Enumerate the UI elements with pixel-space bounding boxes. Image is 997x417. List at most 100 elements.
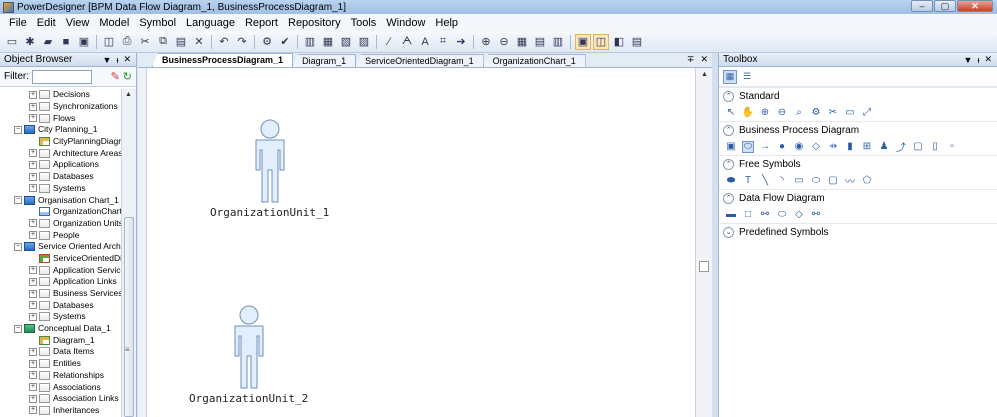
flow-icon[interactable]: → <box>759 141 771 153</box>
grabber-icon[interactable]: ✋ <box>742 107 754 119</box>
polyline-icon[interactable]: 〰 <box>844 175 856 188</box>
tree-item[interactable]: − Conceptual Data_1 <box>0 323 121 335</box>
undo-icon[interactable]: ↶ <box>216 34 232 50</box>
pen-icon[interactable]: ⁄ <box>381 34 397 50</box>
minimize-button[interactable]: – <box>911 0 933 12</box>
tree-item[interactable]: Diagram_1 <box>0 334 121 346</box>
expand-icon[interactable]: + <box>29 406 37 415</box>
maximize-button[interactable]: ▢ <box>934 0 956 12</box>
tab-close-icon[interactable]: ✕ <box>700 54 708 65</box>
tree-item[interactable]: + Business Services <box>0 288 121 300</box>
link-icon[interactable]: ⌗ <box>435 34 451 50</box>
zoom-in-icon[interactable]: ⊕ <box>759 107 771 119</box>
tree-item[interactable]: + People <box>0 229 121 241</box>
expand-icon[interactable]: + <box>29 301 37 310</box>
tree-item[interactable]: + Databases <box>0 299 121 311</box>
arrow-icon[interactable]: ➔ <box>453 34 469 50</box>
scroll-up-icon[interactable]: ▲ <box>125 91 132 98</box>
tree-item[interactable]: − Service Oriented Archit <box>0 241 121 253</box>
clear-filter-icon[interactable]: ✎ <box>111 70 120 83</box>
expand-icon[interactable]: + <box>29 114 37 123</box>
tree-item[interactable]: + Databases <box>0 171 121 183</box>
organization-unit-2[interactable]: OrganizationUnit_2 <box>189 304 308 405</box>
diagram-canvas[interactable]: OrganizationUnit_1 OrganizationUnit_2 <box>146 68 695 417</box>
tree-item[interactable]: − Organisation Chart_1 <box>0 194 121 206</box>
expand-icon[interactable]: + <box>29 231 37 240</box>
folder-icon[interactable]: ▰ <box>40 34 56 50</box>
sync-icon[interactable]: ◇ <box>810 141 822 153</box>
menu-window[interactable]: Window <box>381 17 430 29</box>
package-icon[interactable]: ▭ <box>844 107 856 119</box>
arc-icon[interactable]: ◝ <box>776 175 788 187</box>
tree-item[interactable]: ServiceOrientedDi <box>0 253 121 265</box>
role-icon[interactable]: ⊞ <box>861 141 873 153</box>
menu-view[interactable]: View <box>61 17 95 29</box>
result-list-icon[interactable]: ▧ <box>338 34 354 50</box>
toolbox-group-data-flow-diagram[interactable]: ⌃ Data Flow Diagram <box>719 189 997 206</box>
panel-menu-icon[interactable]: ▼ <box>103 55 112 65</box>
toolbox-group-free-symbols[interactable]: ⌃ Free Symbols <box>719 155 997 172</box>
tree-item[interactable]: + Data Items <box>0 346 121 358</box>
polygon-icon[interactable]: ⬠ <box>861 175 873 187</box>
menu-model[interactable]: Model <box>94 17 134 29</box>
ellipse-icon[interactable]: ⬭ <box>810 175 822 187</box>
collapse-icon[interactable]: − <box>14 196 22 205</box>
list-view-icon[interactable]: ☰ <box>740 70 754 84</box>
expand-icon[interactable]: + <box>29 383 37 392</box>
zoom-out-icon[interactable]: ⊖ <box>776 107 788 119</box>
collapse-icon[interactable]: − <box>14 125 22 134</box>
tree-item[interactable]: + Application Links <box>0 276 121 288</box>
redo-icon[interactable]: ↷ <box>234 34 250 50</box>
close-button[interactable]: ✕ <box>957 0 993 12</box>
expand-icon[interactable]: + <box>29 312 37 321</box>
tree-item[interactable]: + Applications <box>0 159 121 171</box>
tree-item[interactable]: + Associations <box>0 381 121 393</box>
report-icon[interactable]: ◧ <box>611 34 627 50</box>
tree-item[interactable]: + Synchronizations <box>0 101 121 113</box>
file-icon[interactable]: ▫ <box>946 141 958 153</box>
expand-icon[interactable]: + <box>29 184 37 193</box>
properties-icon[interactable]: ⚙ <box>810 107 822 119</box>
check-model-icon[interactable]: ✔ <box>277 34 293 50</box>
tree-item[interactable]: + Entities <box>0 358 121 370</box>
expand-icon[interactable]: + <box>29 149 37 158</box>
new-icon[interactable]: ▭ <box>4 34 20 50</box>
tab-organizationchart-1[interactable]: OrganizationChart_1 <box>482 54 586 67</box>
save-all-icon[interactable]: ▣ <box>76 34 92 50</box>
tree-item[interactable]: OrganizationChart_ <box>0 206 121 218</box>
data-icon[interactable]: ▢ <box>912 141 924 153</box>
menu-language[interactable]: Language <box>181 17 240 29</box>
panel-menu-icon[interactable]: ▼ <box>964 55 973 65</box>
dfd-join-icon[interactable]: ⚯ <box>810 209 822 221</box>
external-entity-icon[interactable]: □ <box>742 209 754 221</box>
organization-unit-1[interactable]: OrganizationUnit_1 <box>210 118 329 219</box>
large-icons-view-icon[interactable]: ▦ <box>723 69 737 84</box>
tree-item[interactable]: − City Planning_1 <box>0 124 121 136</box>
link-icon[interactable]: ⤢ <box>861 107 873 119</box>
align-icon[interactable]: ▥ <box>550 34 566 50</box>
text-icon[interactable]: T <box>742 175 754 187</box>
tab-businessprocessdiagram-1[interactable]: BusinessProcessDiagram_1 <box>152 53 294 67</box>
menu-report[interactable]: Report <box>240 17 283 29</box>
menu-file[interactable]: File <box>4 17 32 29</box>
swimlane-icon[interactable]: ♟ <box>878 141 890 153</box>
tree-item[interactable]: + Organization Units <box>0 218 121 230</box>
object-browser-scrollbar[interactable]: ▲ ≡ <box>121 89 136 417</box>
menu-repository[interactable]: Repository <box>283 17 346 29</box>
cut-icon[interactable]: ✂ <box>137 34 153 50</box>
decision-icon[interactable]: ◉ <box>793 141 805 153</box>
chevron-up-icon[interactable]: ⌃ <box>723 158 734 170</box>
toolbox-group-predefined-symbols[interactable]: ⌄ Predefined Symbols <box>719 223 997 240</box>
expand-icon[interactable]: + <box>29 277 37 286</box>
scroll-up-icon[interactable]: ▲ <box>701 71 708 78</box>
panel-close-icon[interactable]: ✕ <box>984 54 992 65</box>
expand-icon[interactable]: + <box>29 172 37 181</box>
grid-icon[interactable]: ▦ <box>514 34 530 50</box>
delete-icon[interactable]: ✂ <box>827 107 839 119</box>
menu-tools[interactable]: Tools <box>346 17 382 29</box>
delete-icon[interactable]: ✕ <box>191 34 207 50</box>
tree-item[interactable]: + Systems <box>0 183 121 195</box>
zoom-out-icon[interactable]: ⊖ <box>496 34 512 50</box>
expand-icon[interactable]: + <box>29 394 37 403</box>
tab-list-icon[interactable]: ∓ <box>687 54 695 65</box>
